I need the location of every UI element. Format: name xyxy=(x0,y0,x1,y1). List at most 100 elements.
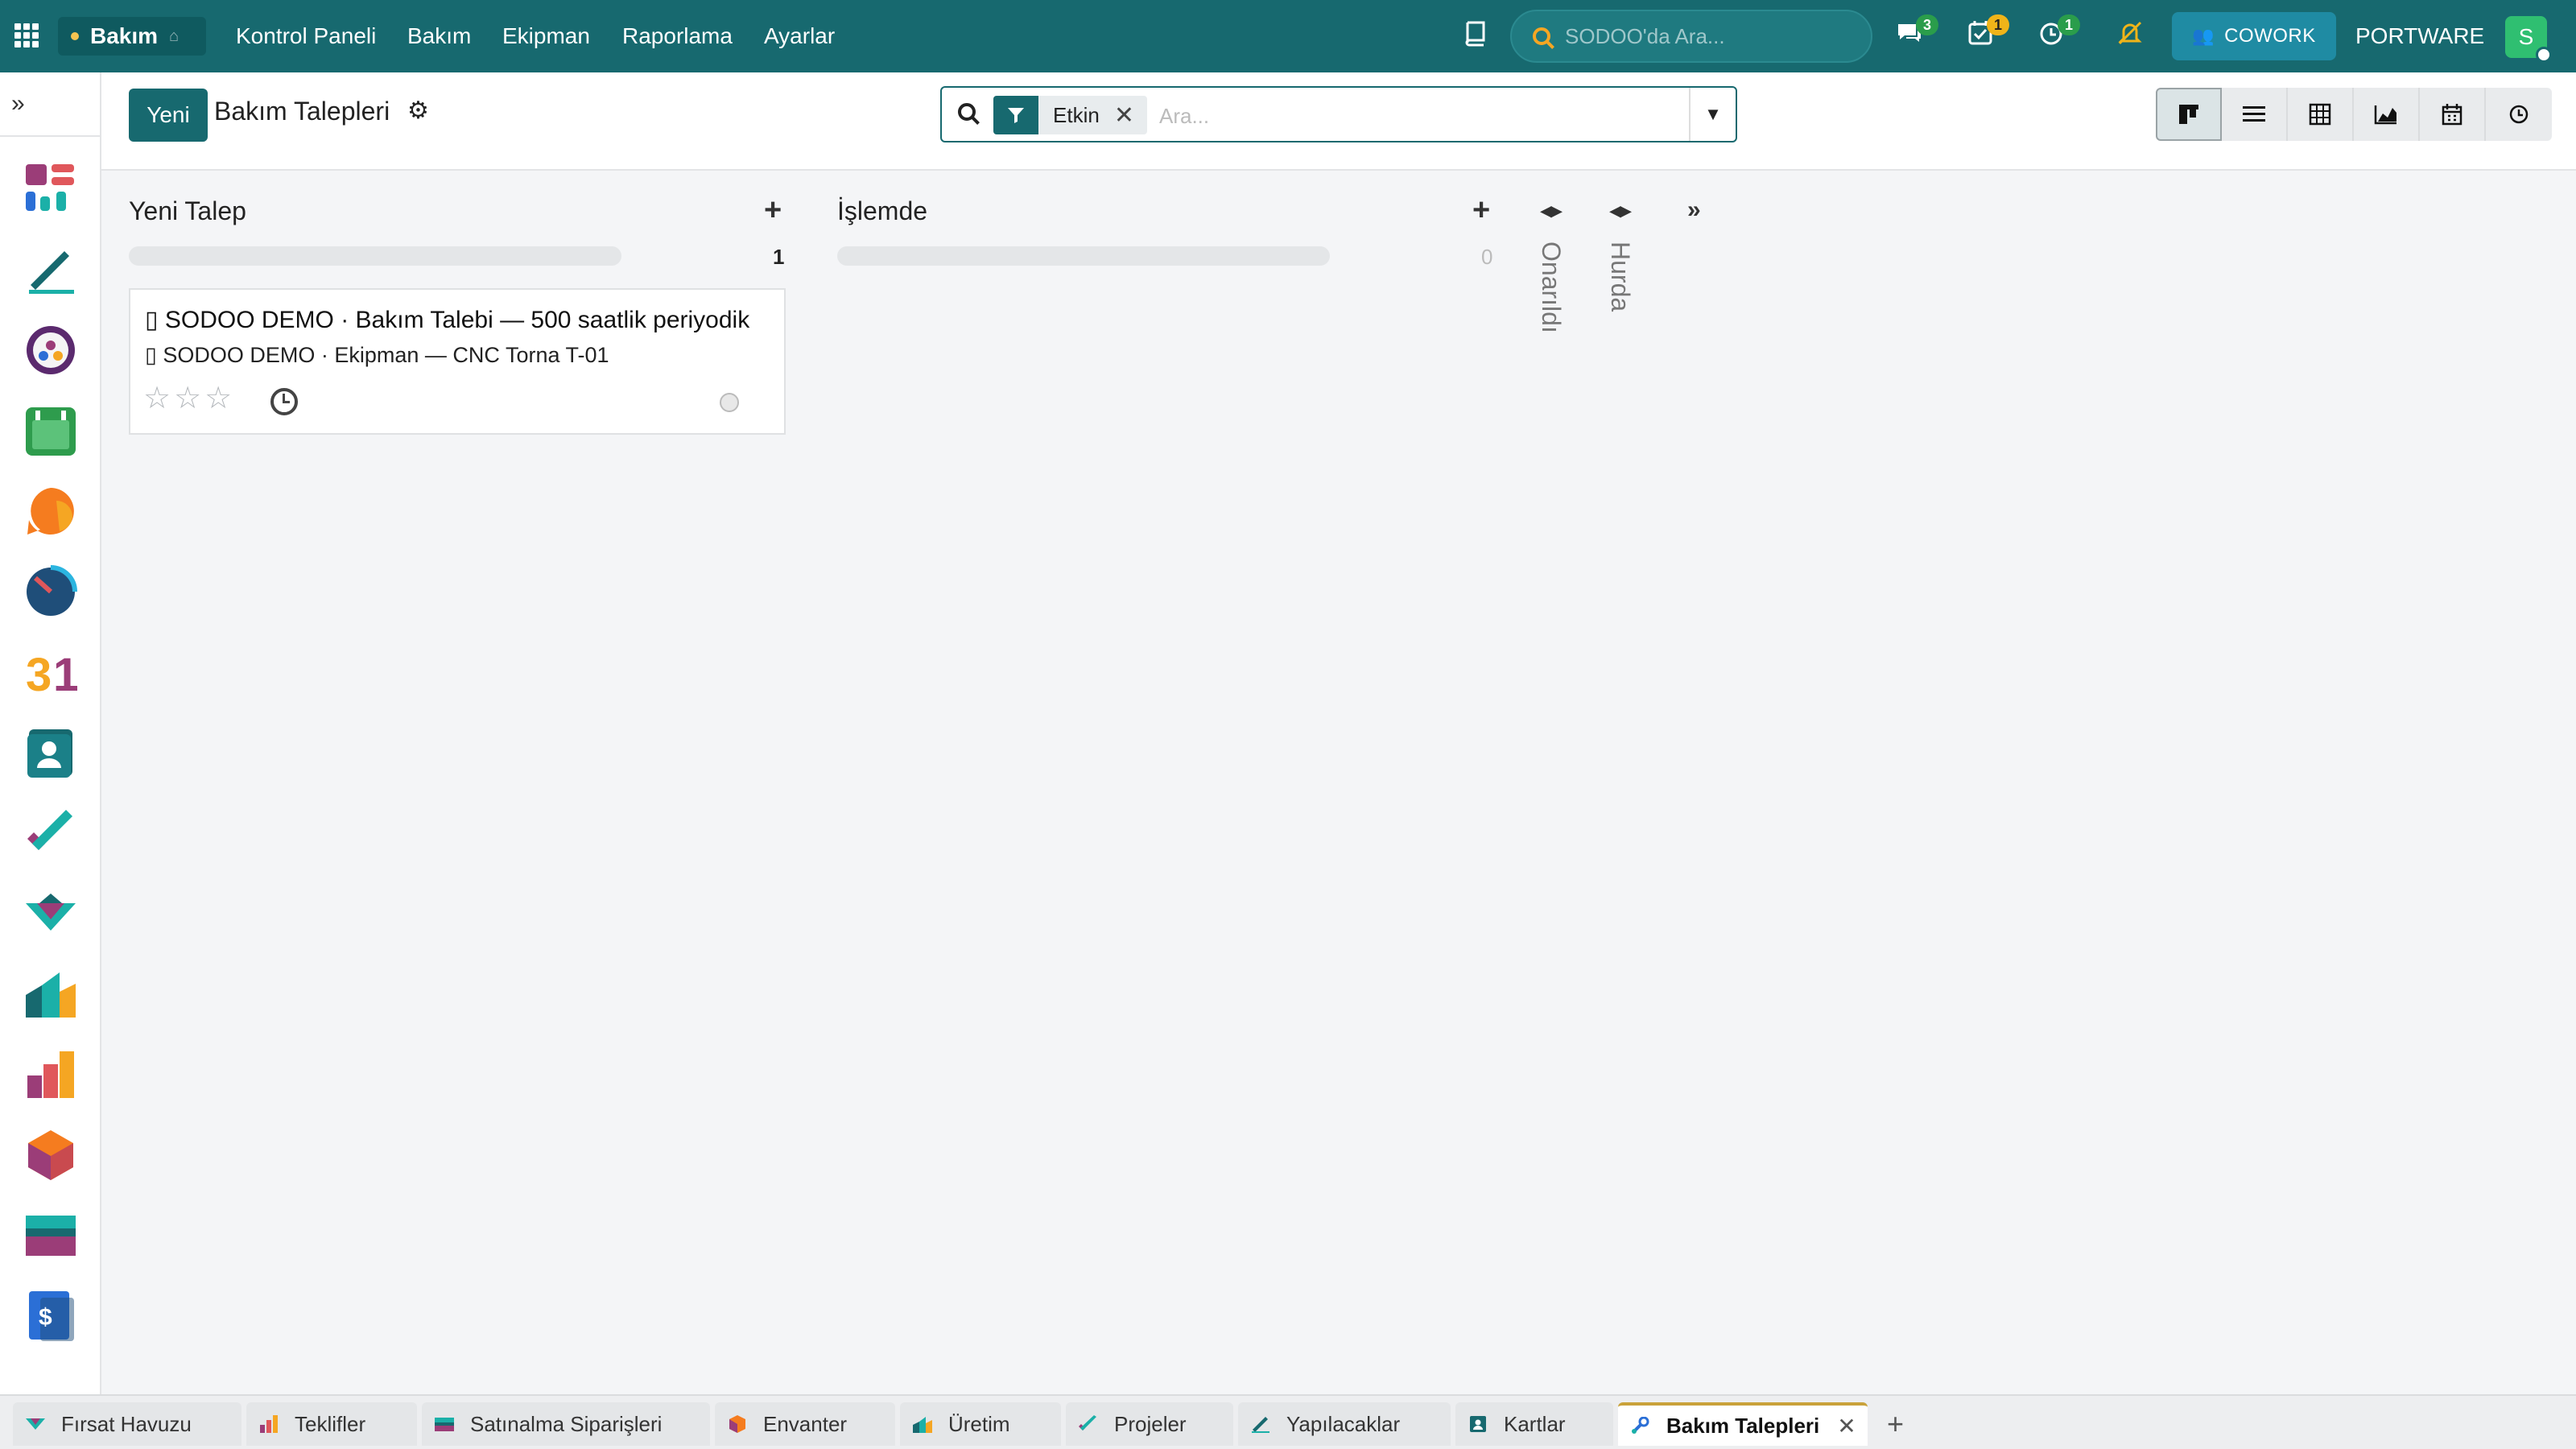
unfold-column-icon[interactable]: ◂▸ xyxy=(1610,198,1631,223)
card-icon xyxy=(435,1418,454,1431)
tab-purchase-orders[interactable]: Satınalma Siparişleri xyxy=(422,1402,710,1446)
tab-projects[interactable]: Projeler xyxy=(1066,1402,1233,1446)
activities-icon[interactable]: 1 xyxy=(1964,14,2009,52)
apps-menu-icon[interactable] xyxy=(14,23,39,47)
cowork-button[interactable]: 👥 COWORK xyxy=(2172,12,2336,60)
calendar-app-icon[interactable] xyxy=(24,404,77,457)
activity-view-icon[interactable] xyxy=(2486,88,2552,141)
dashboard-app-icon[interactable] xyxy=(24,163,77,216)
tab-todos[interactable]: Yapılacaklar xyxy=(1238,1402,1451,1446)
contact-icon xyxy=(1470,1416,1486,1432)
menu-equipment[interactable]: Ekipman xyxy=(502,0,590,72)
inventory-app-icon[interactable] xyxy=(24,1129,77,1182)
close-tab-icon[interactable]: ✕ xyxy=(1837,1413,1856,1439)
column-count: 0 xyxy=(1481,245,1493,269)
folded-column-scrap[interactable]: Hurda xyxy=(1605,242,1635,312)
quick-create-plus-icon[interactable]: + xyxy=(1472,193,1490,228)
search-icon xyxy=(958,103,976,121)
search-options-dropdown-icon[interactable]: ▼ xyxy=(1689,88,1736,141)
knowledge-book-icon[interactable] xyxy=(1459,19,1491,52)
column-title-new-request[interactable]: Yeni Talep xyxy=(129,196,246,226)
timer-icon[interactable]: 1 xyxy=(2035,14,2080,52)
unfold-column-icon[interactable]: ◂▸ xyxy=(1541,198,1562,223)
folded-column-repaired[interactable]: Onarıldı xyxy=(1536,242,1566,333)
discuss-app-icon[interactable] xyxy=(24,485,77,538)
bottom-tab-bar: Fırsat Havuzu Teklifler Satınalma Sipari… xyxy=(0,1394,2576,1449)
wrench-icon xyxy=(1632,1417,1649,1434)
tab-maintenance-requests[interactable]: Bakım Talepleri ✕ xyxy=(1618,1402,1868,1446)
projects-app-icon[interactable] xyxy=(24,807,77,860)
pivot-view-icon[interactable] xyxy=(2288,88,2354,141)
company-switcher[interactable]: PORTWARE xyxy=(2355,0,2484,72)
tab-inventory[interactable]: Envanter xyxy=(715,1402,895,1446)
search-input[interactable]: Ara... xyxy=(1159,104,1209,129)
svg-text:1: 1 xyxy=(53,649,77,699)
todo-pen-app-icon[interactable] xyxy=(24,243,77,296)
kanban-state-icon[interactable] xyxy=(720,393,739,412)
priority-stars[interactable]: ☆☆☆ xyxy=(143,380,235,416)
tab-cards[interactable]: Kartlar xyxy=(1455,1402,1613,1446)
list-view-icon[interactable] xyxy=(2222,88,2288,141)
quick-create-plus-icon[interactable]: + xyxy=(764,193,782,228)
view-switcher xyxy=(2156,88,2552,141)
add-column-chevron-icon[interactable]: » xyxy=(1687,196,1701,224)
filter-icon xyxy=(993,96,1038,134)
crm-app-icon[interactable] xyxy=(24,887,77,940)
tab-manufacturing[interactable]: Üretim xyxy=(900,1402,1061,1446)
notifications-off-icon[interactable] xyxy=(2114,19,2146,52)
user-avatar[interactable]: S xyxy=(2505,16,2552,63)
user-status-icon xyxy=(2536,47,2552,63)
menu-maintenance[interactable]: Bakım xyxy=(407,0,471,72)
invoicing-app-icon[interactable]: $ xyxy=(24,1290,77,1343)
check-icon xyxy=(1079,1415,1096,1430)
card-title: SODOO DEMO · Bakım Talebi — 500 saatlik … xyxy=(164,307,750,333)
expand-sidebar-icon[interactable]: » xyxy=(11,90,25,118)
page-title: Bakım Talepleri xyxy=(214,97,390,126)
tab-label: Bakım Talepleri xyxy=(1666,1413,1820,1438)
new-button[interactable]: Yeni xyxy=(129,89,208,142)
top-navbar: Bakım ⌂ Kontrol Paneli Bakım Ekipman Rap… xyxy=(0,0,2576,72)
tab-label: Kartlar xyxy=(1504,1411,1566,1436)
search-bar[interactable]: Etkin ✕ Ara... ▼ xyxy=(940,86,1737,142)
bar-chart-icon xyxy=(260,1415,278,1433)
search-icon xyxy=(1533,27,1550,45)
sales-app-icon[interactable] xyxy=(24,1048,77,1101)
app-status-dot xyxy=(71,32,79,40)
add-tab-plus-icon[interactable]: + xyxy=(1887,1407,1904,1441)
messages-icon[interactable]: 3 xyxy=(1893,14,1938,52)
record-icon: ▯ xyxy=(145,343,157,367)
calendar-31-app-icon[interactable]: 31 xyxy=(24,646,79,701)
activity-clock-icon[interactable] xyxy=(270,388,298,415)
tab-quotations[interactable]: Teklifler xyxy=(246,1402,417,1446)
current-app-button[interactable]: Bakım ⌂ xyxy=(58,17,206,56)
global-search-input[interactable]: SODOO'da Ara... xyxy=(1510,10,1872,63)
kanban-view-icon[interactable] xyxy=(2156,88,2222,141)
community-app-icon[interactable] xyxy=(24,324,77,377)
handshake-icon xyxy=(26,1418,45,1430)
purchase-app-icon[interactable] xyxy=(24,1209,77,1262)
graph-view-icon[interactable] xyxy=(2354,88,2420,141)
gear-icon[interactable]: ⚙ xyxy=(407,97,429,125)
kanban-card[interactable]: ▯ SODOO DEMO · Bakım Talebi — 500 saatli… xyxy=(129,288,786,435)
filter-facet[interactable]: Etkin ✕ xyxy=(993,96,1147,134)
manufacturing-app-icon[interactable] xyxy=(24,968,77,1021)
record-icon: ▯ xyxy=(145,307,159,333)
calendar-view-icon[interactable] xyxy=(2420,88,2486,141)
menu-reporting[interactable]: Raporlama xyxy=(622,0,733,72)
menu-dashboard[interactable]: Kontrol Paneli xyxy=(236,0,376,72)
card-equipment: SODOO DEMO · Ekipman — CNC Torna T-01 xyxy=(163,343,609,367)
factory-icon xyxy=(913,1417,932,1433)
control-panel: Yeni Bakım Talepleri ⚙ Etkin ✕ Ara... ▼ xyxy=(101,72,2576,171)
contacts-app-icon[interactable] xyxy=(24,726,77,779)
menu-settings[interactable]: Ayarlar xyxy=(764,0,835,72)
messages-badge: 3 xyxy=(1916,14,1938,35)
gauge-app-icon[interactable] xyxy=(24,565,77,618)
box-icon xyxy=(729,1415,745,1433)
users-icon: 👥 xyxy=(2192,26,2215,46)
remove-facet-icon[interactable]: ✕ xyxy=(1114,101,1147,130)
tab-opportunities[interactable]: Fırsat Havuzu xyxy=(13,1402,242,1446)
tab-label: Satınalma Siparişleri xyxy=(470,1411,663,1436)
column-title-in-progress[interactable]: İşlemde xyxy=(837,196,927,226)
user-initial: S xyxy=(2518,24,2534,49)
app-sidebar: » 31 $ xyxy=(0,72,101,1394)
